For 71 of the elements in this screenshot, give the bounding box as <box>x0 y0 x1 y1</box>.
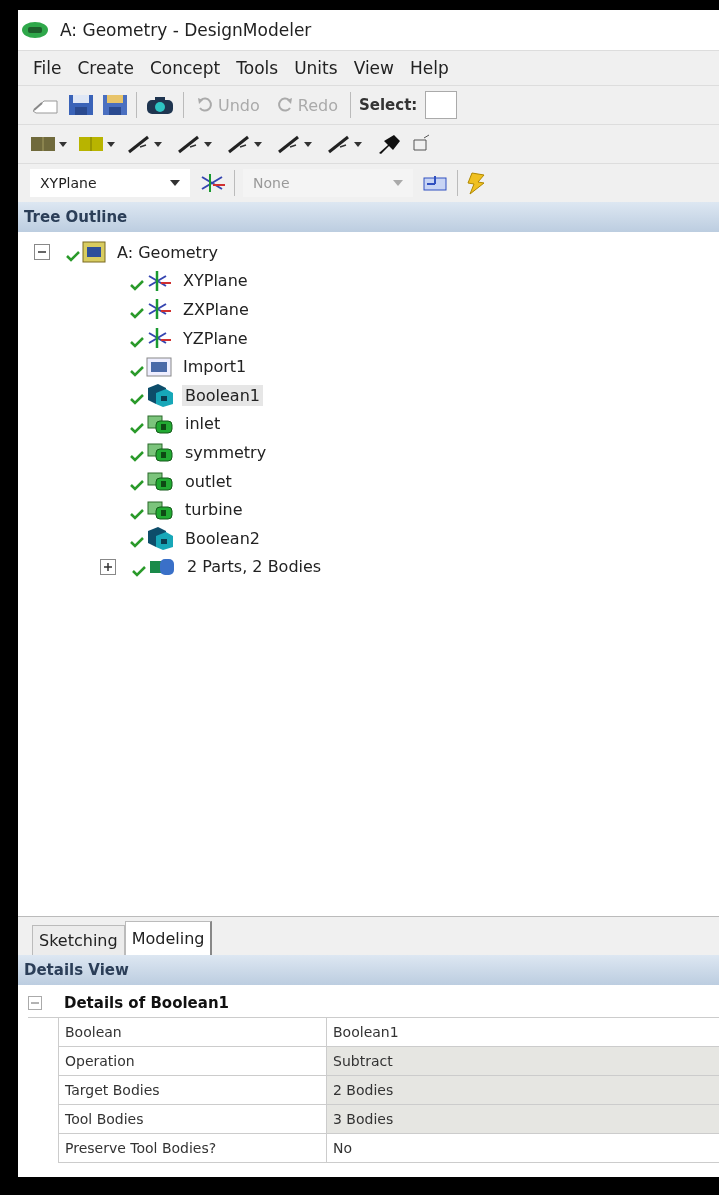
import-icon <box>146 355 172 378</box>
check-icon <box>130 336 144 349</box>
display-mode-dropdown-icon[interactable] <box>30 134 70 154</box>
property-value[interactable]: 2 Bodies <box>327 1076 719 1104</box>
named-selection-icon <box>146 470 174 493</box>
named-selection-icon <box>146 412 174 435</box>
check-icon <box>130 536 144 549</box>
boolean-cubes-icon <box>146 382 174 409</box>
tree-item[interactable]: symmetry <box>182 441 270 463</box>
tree-item[interactable]: XYPlane <box>180 270 251 292</box>
plane-axes-icon <box>146 327 172 350</box>
check-icon <box>130 278 144 291</box>
check-icon <box>130 393 144 406</box>
undo-icon <box>196 96 214 114</box>
menu-item[interactable]: Units <box>291 58 341 78</box>
tree-item[interactable]: Boolean2 <box>182 527 263 549</box>
boolean-cubes-icon <box>146 525 174 552</box>
property-name: Preserve Tool Bodies? <box>59 1134 327 1162</box>
named-selection-icon <box>146 498 174 521</box>
tree-item[interactable]: outlet <box>182 470 235 492</box>
redo-icon <box>275 96 294 114</box>
tree-outline-header: Tree Outline <box>18 202 719 232</box>
plane-axes-icon <box>146 269 172 292</box>
tree-item[interactable]: Boolean1 <box>182 384 263 406</box>
menu-item[interactable]: Tools <box>233 58 282 78</box>
tab[interactable]: Sketching <box>32 925 125 955</box>
menu-item[interactable]: Help <box>406 58 452 78</box>
check-icon <box>130 479 144 492</box>
expand-toggle[interactable] <box>100 558 116 575</box>
app-logo-icon <box>22 22 48 38</box>
dropdown-arrow-icon <box>393 179 403 187</box>
expand-toggle[interactable] <box>34 244 50 261</box>
tab[interactable]: Modeling <box>124 921 213 955</box>
check-icon <box>130 364 144 377</box>
tree-item[interactable]: A: Geometry <box>114 241 221 263</box>
view-mode-dropdown-icon[interactable] <box>78 134 118 154</box>
menu-item[interactable]: Create <box>74 58 137 78</box>
dropdown-arrow-icon <box>170 179 180 187</box>
select-mode-field[interactable] <box>425 91 458 119</box>
check-icon <box>66 250 80 263</box>
tree-item[interactable]: Import1 <box>180 356 250 378</box>
check-icon <box>130 307 144 320</box>
geometry-icon <box>82 241 106 264</box>
property-name: Boolean <box>59 1018 327 1046</box>
tree-item[interactable]: 2 Parts, 2 Bodies <box>184 556 325 578</box>
details-group-title: Details of Boolean1 <box>63 994 229 1012</box>
camera-icon[interactable] <box>145 94 175 116</box>
check-icon <box>130 421 144 434</box>
select-label: Select: <box>359 96 418 114</box>
save-as-icon[interactable] <box>102 93 128 117</box>
window-title: A: Geometry - DesignModeler <box>60 20 312 40</box>
lightning-icon[interactable] <box>466 171 486 195</box>
property-value[interactable]: Boolean1 <box>327 1018 719 1046</box>
plane-axes-icon <box>146 298 172 321</box>
menu-item[interactable]: Concept <box>146 58 224 78</box>
tree-item[interactable]: ZXPlane <box>180 299 252 320</box>
check-icon <box>132 564 146 577</box>
property-value[interactable]: No <box>327 1134 719 1162</box>
tree-item[interactable]: YZPlane <box>180 327 251 349</box>
check-icon <box>130 450 144 463</box>
save-icon[interactable] <box>68 93 94 117</box>
menu-item[interactable]: File <box>30 58 65 78</box>
tree-item[interactable]: turbine <box>182 499 246 521</box>
check-icon <box>130 507 144 520</box>
details-view-header: Details View <box>18 955 719 985</box>
property-value[interactable]: Subtract <box>327 1047 719 1075</box>
named-selection-icon <box>146 441 174 464</box>
property-value[interactable]: 3 Bodies <box>327 1105 719 1133</box>
menu-item[interactable]: View <box>350 58 397 78</box>
plane-dropdown[interactable]: XYPlane <box>30 169 190 197</box>
tree-item[interactable]: inlet <box>182 413 224 435</box>
